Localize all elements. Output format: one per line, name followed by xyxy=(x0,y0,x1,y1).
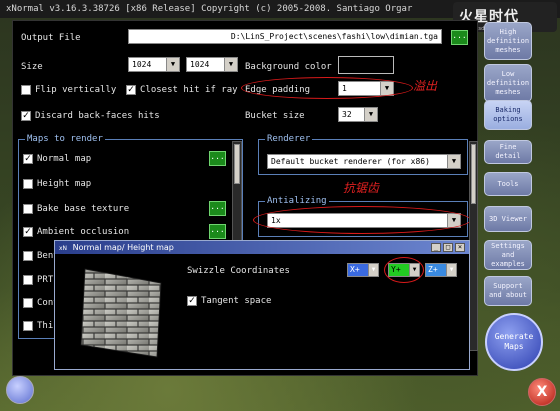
maps-scrollbar-thumb[interactable] xyxy=(234,144,240,184)
normal-map-options-button[interactable]: ... xyxy=(209,151,226,166)
discard-backfaces-checkbox[interactable]: ✓ xyxy=(21,111,31,121)
brick-preview-image xyxy=(61,261,177,365)
discard-backfaces-label: Discard back-faces hits xyxy=(35,111,160,121)
swizzle-z-value: Z+ xyxy=(428,265,438,274)
bucket-size-value: 32 xyxy=(342,110,352,119)
bent-checkbox[interactable] xyxy=(23,251,33,261)
output-file-label: Output File xyxy=(21,33,81,43)
antialiasing-highlight xyxy=(253,206,471,234)
sidebar-item-low-definition-meshes[interactable]: Low definition meshes xyxy=(484,64,532,102)
background-color-swatch[interactable] xyxy=(338,56,394,74)
bake-base-texture-checkbox[interactable] xyxy=(23,204,33,214)
normal-map-label: Normal map xyxy=(37,154,92,164)
renderer-select[interactable]: Default bucket renderer (for x86) ▼ xyxy=(267,154,461,169)
size-height-value: 1024 xyxy=(190,60,210,69)
annotation-aa: 抗锯齿 xyxy=(343,181,380,195)
output-browse-button[interactable]: ... xyxy=(451,30,468,45)
chevron-down-icon: ▼ xyxy=(368,264,378,276)
maximize-button[interactable]: □ xyxy=(443,243,453,252)
chevron-down-icon: ▼ xyxy=(224,58,237,71)
size-width-select[interactable]: 1024 ▼ xyxy=(128,57,180,72)
annotation-edge: 溢出 xyxy=(413,79,438,93)
generate-maps-button[interactable]: Generate Maps xyxy=(485,313,543,371)
swizzle-label: Swizzle Coordinates xyxy=(187,266,290,276)
close-button[interactable]: × xyxy=(455,243,465,252)
size-height-select[interactable]: 1024 ▼ xyxy=(186,57,238,72)
antialiasing-title: Antializing xyxy=(265,196,329,206)
chevron-down-icon: ▼ xyxy=(447,155,460,168)
height-map-label: Height map xyxy=(37,179,92,189)
chevron-down-icon: ▼ xyxy=(166,58,179,71)
sidebar-item-baking-options[interactable]: Baking options xyxy=(484,100,532,130)
renderer-value: Default bucket renderer (for x86) xyxy=(271,157,430,166)
close-orb-button[interactable]: X xyxy=(528,378,556,406)
chevron-down-icon: ▼ xyxy=(446,264,456,276)
normal-map-dialog: xN Normal map/ Height map _ □ × Swizzle … xyxy=(54,240,470,370)
swizzle-y-highlight xyxy=(384,257,424,283)
minimize-button[interactable]: _ xyxy=(431,243,441,252)
tangent-space-checkbox[interactable]: ✓ xyxy=(187,296,197,306)
sidebar-item-high-definition-meshes[interactable]: High definition meshes xyxy=(484,22,532,60)
xn-icon: xN xyxy=(59,245,68,252)
flip-vertically-label: Flip vertically xyxy=(35,85,117,95)
sidebar-item-settings-and-examples[interactable]: Settings and examples xyxy=(484,240,532,270)
swizzle-x-value: X+ xyxy=(350,265,360,274)
background-color-label: Background color xyxy=(245,62,332,72)
bake-base-texture-label: Bake base texture xyxy=(37,204,130,214)
dialog-titlebar[interactable]: xN Normal map/ Height map xyxy=(55,241,469,254)
ambient-occlusion-checkbox[interactable]: ✓ xyxy=(23,227,33,237)
right-scrollbar[interactable] xyxy=(469,141,478,351)
ambient-occlusion-label: Ambient occlusion xyxy=(37,227,130,237)
bake-base-options-button[interactable]: ... xyxy=(209,201,226,216)
swizzle-x-select[interactable]: X+ ▼ xyxy=(347,263,379,277)
tangent-space-label: Tangent space xyxy=(201,296,272,306)
sidebar-item-tools[interactable]: Tools xyxy=(484,172,532,196)
conv-checkbox[interactable] xyxy=(23,298,33,308)
ambient-occlusion-options-button[interactable]: ... xyxy=(209,224,226,239)
edge-padding-highlight xyxy=(241,77,413,99)
closest-hit-checkbox[interactable]: ✓ xyxy=(126,85,136,95)
prtp-checkbox[interactable] xyxy=(23,275,33,285)
closest-hit-label: Closest hit if ray xyxy=(140,85,238,95)
bucket-size-select[interactable]: 32 ▼ xyxy=(338,107,378,122)
size-label: Size xyxy=(21,62,43,72)
height-map-checkbox[interactable] xyxy=(23,179,33,189)
dialog-title: Normal map/ Height map xyxy=(72,243,174,252)
minimize-orb-button[interactable] xyxy=(6,376,34,404)
sidebar-item-fine-detail[interactable]: Fine detail xyxy=(484,140,532,164)
chevron-down-icon: ▼ xyxy=(364,108,377,121)
output-file-field[interactable]: D:\LinS_Project\scenes\fashi\low\dimian.… xyxy=(128,29,442,44)
sidebar-item-support-and-about[interactable]: Support and about xyxy=(484,276,532,306)
flip-vertically-checkbox[interactable] xyxy=(21,85,31,95)
renderer-title: Renderer xyxy=(265,134,313,144)
size-width-value: 1024 xyxy=(132,60,152,69)
maps-to-render-title: Maps to render xyxy=(25,134,105,144)
thic-checkbox[interactable] xyxy=(23,321,33,331)
sidebar-item-3d-viewer[interactable]: 3D Viewer xyxy=(484,206,532,232)
right-scrollbar-thumb[interactable] xyxy=(471,144,476,204)
normal-map-checkbox[interactable]: ✓ xyxy=(23,154,33,164)
bucket-size-label: Bucket size xyxy=(245,111,305,121)
swizzle-z-select[interactable]: Z+ ▼ xyxy=(425,263,457,277)
